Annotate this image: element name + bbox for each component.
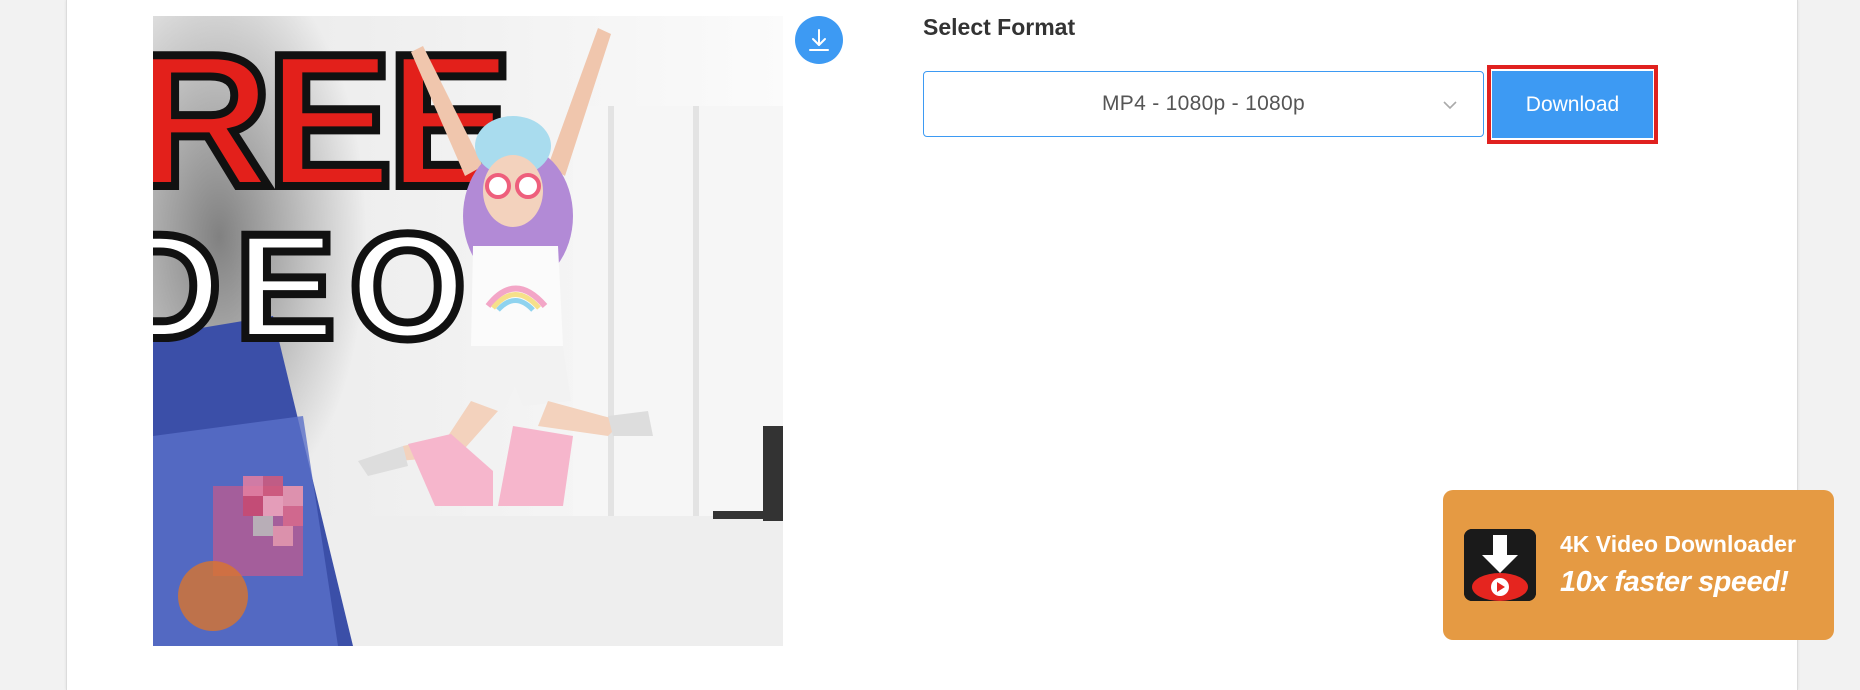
format-selected-value: MP4 - 1080p - 1080p (1102, 92, 1305, 115)
download-arrow-icon (809, 29, 829, 51)
chevron-down-icon (1443, 101, 1457, 110)
video-thumbnail: REE DEO (153, 16, 783, 646)
promo-title: 4K Video Downloader (1560, 531, 1797, 557)
download-button[interactable]: Download (1492, 71, 1653, 138)
promo-banner[interactable]: 4K Video Downloader 10x faster speed! (1443, 490, 1834, 640)
select-format-label: Select Format (923, 14, 1076, 40)
thumbnail-text-line2: DEO (153, 202, 480, 370)
download-icon-button[interactable] (795, 16, 843, 64)
promo-subtitle: 10x faster speed! (1560, 566, 1789, 598)
4k-downloader-logo-icon (1464, 529, 1536, 601)
format-select-dropdown[interactable]: MP4 - 1080p - 1080p (923, 71, 1484, 137)
